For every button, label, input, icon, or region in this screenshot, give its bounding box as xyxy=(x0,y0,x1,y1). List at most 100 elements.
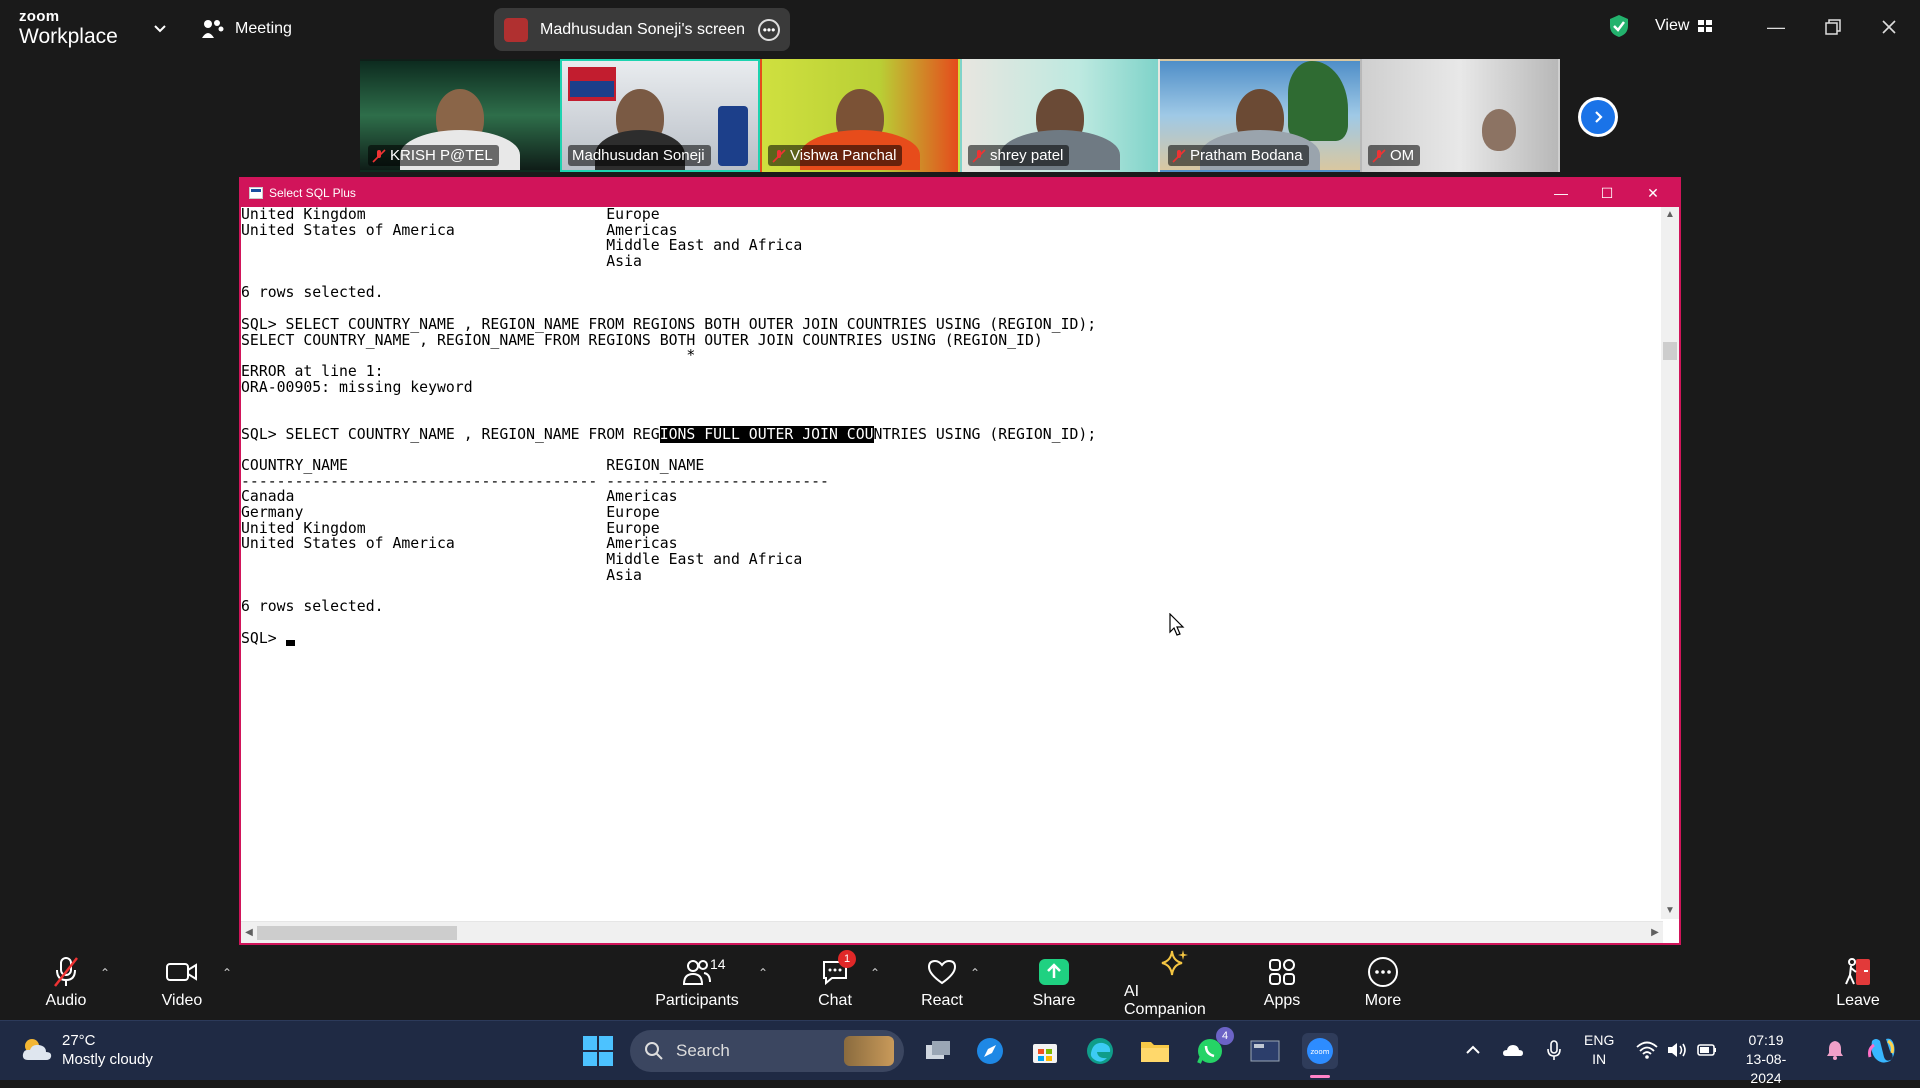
participant-tile[interactable]: Vishwa Panchal xyxy=(760,59,960,172)
microphone-icon[interactable] xyxy=(1543,1039,1565,1061)
clock[interactable]: 07:19 13-08-2024 xyxy=(1734,1031,1798,1088)
language-indicator[interactable]: ENG IN xyxy=(1584,1031,1614,1069)
react-options-caret-icon[interactable]: ⌃ xyxy=(970,966,980,980)
participant-tile[interactable]: KRISH P@TEL xyxy=(360,59,560,172)
windows-start-icon[interactable] xyxy=(582,1035,614,1067)
file-explorer-icon[interactable] xyxy=(1137,1033,1173,1069)
scroll-left-icon[interactable]: ◀ xyxy=(241,924,257,942)
ai-companion-button[interactable]: AI Companion xyxy=(1124,946,1224,1020)
svg-text:zoom: zoom xyxy=(1310,1048,1329,1056)
console-line: Asia xyxy=(241,566,642,584)
console-line: United Kingdom Europe xyxy=(241,519,660,537)
sqlplus-window: Select SQL Plus — ☐ ✕ United Kingdom Eur… xyxy=(239,177,1681,945)
chat-options-caret-icon[interactable]: ⌃ xyxy=(870,966,880,980)
whatsapp-icon[interactable]: 4 xyxy=(1192,1027,1234,1069)
chat-icon: 1 xyxy=(818,950,856,988)
brand-big: Workplace xyxy=(19,25,118,48)
zoom-taskbar-icon[interactable]: zoom xyxy=(1302,1033,1338,1069)
share-label: Share xyxy=(1032,992,1076,1009)
volume-icon[interactable] xyxy=(1666,1039,1688,1061)
zoom-top-bar: zoom Workplace Meeting Madhusudan Soneji… xyxy=(0,0,1920,58)
console-line: SQL> SELECT COUNTRY_NAME , REGION_NAME F… xyxy=(241,315,1097,333)
sqlplus-minimize-icon[interactable]: — xyxy=(1549,183,1573,203)
mic-off-icon xyxy=(1172,148,1186,163)
zoom-meeting-toolbar: Audio ⌃ Video ⌃ 14 Participants ⌃ 1 Chat… xyxy=(0,946,1920,1020)
weather-widget[interactable]: 27°C Mostly cloudy xyxy=(20,1031,153,1069)
audio-options-caret-icon[interactable]: ⌃ xyxy=(100,966,110,980)
console-line: United States of America Americas xyxy=(241,535,678,553)
screen-share-indicator[interactable]: Madhusudan Soneji's screen ••• xyxy=(494,8,790,51)
scroll-up-icon[interactable]: ▲ xyxy=(1661,207,1679,223)
sqlplus-taskbar-icon[interactable] xyxy=(1247,1033,1283,1069)
participant-tile[interactable]: Pratham Bodana xyxy=(1160,59,1360,172)
clock-date: 13-08-2024 xyxy=(1745,1051,1787,1086)
more-options-icon[interactable]: ••• xyxy=(758,18,780,41)
task-view-icon[interactable] xyxy=(920,1033,956,1069)
horizontal-scroll-thumb[interactable] xyxy=(257,926,457,940)
onedrive-cloud-icon[interactable] xyxy=(1502,1039,1524,1061)
meeting-button[interactable]: Meeting xyxy=(201,16,292,42)
heart-icon xyxy=(925,956,959,988)
vertical-scrollbar[interactable]: ▲ ▼ xyxy=(1661,207,1679,919)
sqlplus-console[interactable]: United Kingdom Europe United States of Am… xyxy=(241,207,1663,919)
sqlplus-title: Select SQL Plus xyxy=(269,186,356,200)
react-button[interactable]: React xyxy=(918,946,966,1020)
chat-button[interactable]: 1 Chat xyxy=(813,946,857,1020)
safari-browser-icon[interactable] xyxy=(972,1033,1008,1069)
participant-strip: KRISH P@TEL Madhusudan Soneji Vishwa Pan… xyxy=(360,59,1560,172)
edge-browser-icon[interactable] xyxy=(1082,1033,1118,1069)
clock-time: 07:19 xyxy=(1748,1032,1784,1048)
sparkle-icon xyxy=(1157,947,1191,979)
participant-name-tag: KRISH P@TEL xyxy=(368,145,499,166)
video-button[interactable]: Video xyxy=(158,946,206,1020)
notification-bell-icon[interactable] xyxy=(1824,1039,1846,1061)
meeting-icon xyxy=(202,20,224,38)
weather-temperature: 27°C xyxy=(62,1032,96,1049)
next-participants-button[interactable] xyxy=(1578,97,1618,137)
participant-tile-active-speaker[interactable]: Madhusudan Soneji xyxy=(560,59,760,172)
apps-button[interactable]: Apps xyxy=(1258,946,1306,1020)
brand-small: zoom xyxy=(19,8,60,25)
microsoft-store-icon[interactable] xyxy=(1027,1033,1063,1069)
more-button[interactable]: More xyxy=(1359,946,1407,1020)
scroll-right-icon[interactable]: ▶ xyxy=(1647,924,1663,942)
windows-taskbar: 27°C Mostly cloudy Search 4 zoom ENG IN … xyxy=(0,1020,1920,1086)
participants-icon: 14 xyxy=(680,956,726,988)
console-line: Germany Europe xyxy=(241,504,660,522)
participant-name: OM xyxy=(1390,147,1415,164)
share-button[interactable]: Share xyxy=(1030,946,1078,1020)
minimize-icon[interactable]: — xyxy=(1763,14,1789,40)
chevron-down-icon[interactable] xyxy=(150,18,170,38)
meeting-label: Meeting xyxy=(235,20,292,37)
leave-button[interactable]: Leave xyxy=(1834,946,1882,1020)
participants-button[interactable]: 14 Participants xyxy=(655,946,739,1020)
battery-icon[interactable] xyxy=(1696,1039,1718,1061)
scroll-down-icon[interactable]: ▼ xyxy=(1661,903,1679,919)
participants-label: Participants xyxy=(655,992,739,1009)
video-options-caret-icon[interactable]: ⌃ xyxy=(222,966,232,980)
close-icon[interactable] xyxy=(1876,14,1902,40)
security-shield-icon[interactable] xyxy=(1608,14,1630,38)
console-line: SELECT COUNTRY_NAME , REGION_NAME FROM R… xyxy=(241,331,1043,349)
copilot-icon[interactable] xyxy=(1866,1035,1896,1065)
video-camera-icon xyxy=(165,956,199,988)
vertical-scroll-thumb[interactable] xyxy=(1663,342,1677,360)
horizontal-scrollbar[interactable]: ◀ ▶ xyxy=(241,921,1663,943)
sqlplus-maximize-icon[interactable]: ☐ xyxy=(1595,183,1619,203)
sqlplus-title-bar[interactable]: Select SQL Plus — ☐ ✕ xyxy=(241,179,1679,207)
participant-tile[interactable]: shrey patel xyxy=(960,59,1160,172)
console-line: SQL> SELECT COUNTRY_NAME , REGION_NAME F… xyxy=(241,425,1097,443)
restore-icon[interactable] xyxy=(1820,14,1846,40)
view-button[interactable]: View xyxy=(1655,17,1713,35)
participants-options-caret-icon[interactable]: ⌃ xyxy=(758,966,768,980)
show-hidden-icons-chevron-icon[interactable] xyxy=(1462,1039,1484,1061)
sqlplus-close-icon[interactable]: ✕ xyxy=(1641,183,1665,203)
participant-tile[interactable]: OM xyxy=(1360,59,1560,172)
grid-view-icon xyxy=(1698,20,1713,32)
wifi-icon[interactable] xyxy=(1636,1039,1658,1061)
view-label: View xyxy=(1655,17,1690,34)
audio-button[interactable]: Audio xyxy=(42,946,90,1020)
taskbar-search-box[interactable]: Search xyxy=(630,1030,904,1072)
